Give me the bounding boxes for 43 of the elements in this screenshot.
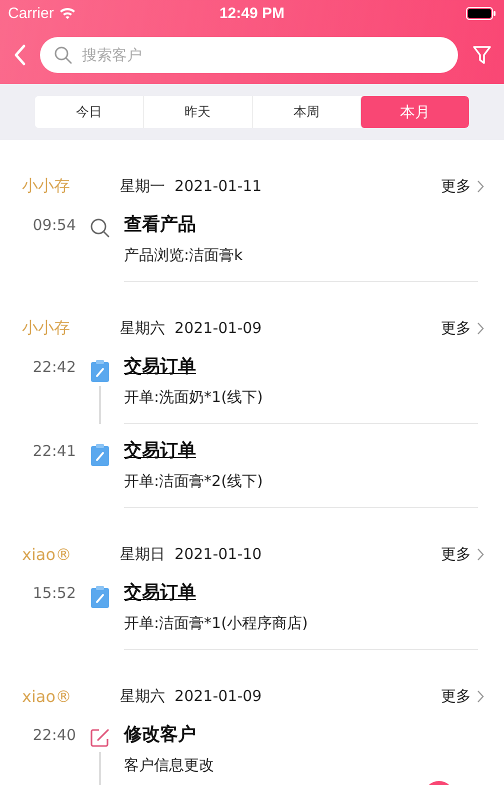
- edit-icon: [90, 728, 110, 748]
- time-label: 22:40: [32, 726, 76, 744]
- chevron-icon: [477, 180, 484, 192]
- clock-time: 12:49 PM: [218, 4, 286, 22]
- order-link[interactable]: 交易订单: [124, 354, 196, 378]
- customer-name: xiao®: [22, 544, 73, 564]
- clipboard-icon: [91, 586, 109, 608]
- customer-name: 小小存: [22, 176, 71, 196]
- more-link[interactable]: 更多: [441, 176, 484, 196]
- date-label: 星期日 2021-01-10: [120, 544, 263, 564]
- clipboard-icon: [91, 444, 109, 466]
- battery-icon: [466, 6, 496, 20]
- customer-name: 小小存: [22, 318, 71, 338]
- activity-title: 查看产品: [124, 213, 196, 236]
- carrier-label: Carrier: [8, 4, 54, 22]
- clipboard-icon: [91, 360, 109, 382]
- activity-detail: 开单:洁面膏*2(线下): [124, 472, 264, 491]
- date-label: 星期六 2021-01-09: [120, 318, 263, 338]
- search-field[interactable]: 搜索客户: [40, 37, 458, 73]
- time-label: 22:41: [32, 442, 76, 460]
- filter-icon[interactable]: [472, 45, 492, 65]
- customer-name: xiao®: [22, 686, 73, 706]
- chevron-icon: [477, 690, 484, 702]
- search-icon: [90, 218, 110, 238]
- more-link[interactable]: 更多: [441, 318, 484, 338]
- activity-detail: 开单:洁面膏*1(小程序商店): [124, 614, 309, 633]
- date-label: 星期六 2021-01-09: [120, 686, 263, 706]
- activity-detail: 产品浏览:洁面膏k: [124, 246, 244, 265]
- time-label: 09:54: [32, 216, 76, 234]
- time-label: 15:52: [32, 584, 76, 602]
- order-link[interactable]: 交易订单: [124, 580, 196, 604]
- back-icon[interactable]: [14, 44, 26, 66]
- more-link[interactable]: 更多: [441, 544, 484, 564]
- order-link[interactable]: 交易订单: [124, 438, 196, 462]
- chevron-icon: [477, 322, 484, 334]
- time-label: 22:42: [32, 358, 76, 376]
- activity-detail: 客户信息更改: [124, 756, 215, 775]
- wifi-icon: [58, 7, 76, 19]
- activity-detail: 开单:洗面奶*1(线下): [124, 388, 264, 407]
- more-link[interactable]: 更多: [441, 686, 484, 706]
- date-label: 星期一 2021-01-11: [120, 176, 263, 196]
- chevron-icon: [477, 548, 484, 560]
- activity-title: 修改客户: [124, 723, 196, 746]
